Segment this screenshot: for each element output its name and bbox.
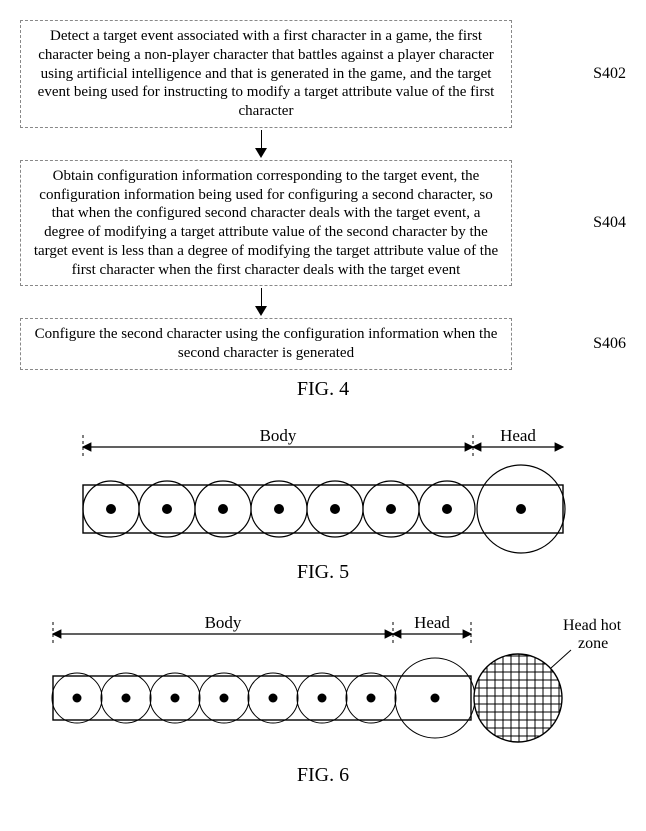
segments [52, 658, 475, 738]
arrow-down-icon [255, 130, 267, 158]
segment-diagram-fig5: Body Head [20, 425, 626, 555]
segments [83, 465, 565, 553]
hotzone-label-line1: Head hot [563, 617, 622, 634]
head-label: Head [414, 613, 450, 632]
flow-step-box: Obtain configuration information corresp… [20, 160, 512, 287]
head-segment [477, 465, 565, 553]
arrow-down-icon [255, 288, 267, 316]
flow-step-id: S406 [593, 335, 626, 353]
body-rect [83, 485, 563, 533]
fig6-caption: FIG. 6 [20, 764, 626, 787]
flow-step-s402: Detect a target event associated with a … [20, 20, 626, 128]
segment-diagram-fig6: Body Head Head hot zone [20, 608, 626, 758]
flow-step-id: S404 [593, 214, 626, 232]
flow-step-text: Detect a target event associated with a … [38, 28, 495, 119]
head-hot-zone [474, 654, 562, 742]
fig4-caption: FIG. 4 [20, 378, 626, 401]
flow-step-s404: Obtain configuration information corresp… [20, 160, 626, 287]
head-label: Head [500, 426, 536, 445]
body-label: Body [260, 426, 297, 445]
flow-step-s406: Configure the second character using the… [20, 318, 626, 370]
flow-step-box: Configure the second character using the… [20, 318, 512, 370]
head-segment [395, 658, 475, 738]
body-label: Body [205, 613, 242, 632]
flow-step-text: Obtain configuration information corresp… [34, 168, 498, 278]
flow-step-id: S402 [593, 65, 626, 83]
hotzone-leader [551, 650, 571, 668]
fig5-caption: FIG. 5 [20, 561, 626, 584]
flowchart-fig4: Detect a target event associated with a … [20, 20, 626, 370]
flow-step-box: Detect a target event associated with a … [20, 20, 512, 128]
body-rect [53, 676, 471, 720]
flow-step-text: Configure the second character using the… [35, 326, 498, 361]
hotzone-label-line2: zone [578, 635, 608, 652]
